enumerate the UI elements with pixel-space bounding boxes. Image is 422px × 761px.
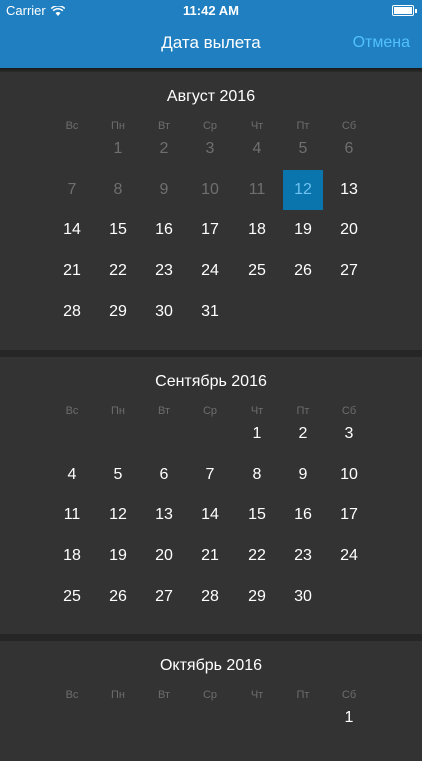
calendar-day: 6 <box>344 140 354 157</box>
calendar-day[interactable]: 18 <box>52 536 92 576</box>
calendar-day: 7 <box>67 180 77 198</box>
month-title: Октябрь 2016 <box>159 657 263 674</box>
calendar-day[interactable]: 24 <box>190 251 230 291</box>
weekday-label: Вт <box>157 405 170 417</box>
calendar-day[interactable]: 22 <box>237 536 277 576</box>
calendar-day[interactable]: 29 <box>98 292 138 332</box>
calendar-day[interactable]: 19 <box>98 536 138 576</box>
calendar-day[interactable]: 20 <box>329 210 369 250</box>
calendar-day[interactable]: 16 <box>283 495 323 535</box>
calendar-day[interactable]: 15 <box>237 495 277 535</box>
calendar-day: 4 <box>252 140 262 157</box>
calendar-day[interactable]: 27 <box>329 251 369 291</box>
calendar-day[interactable]: 11 <box>52 495 92 535</box>
month-section: Октябрь 2016 Вс Пн Вт Ср Чт Пт Сб 1 <box>0 641 422 761</box>
calendar-day[interactable]: 8 <box>237 455 277 495</box>
calendar-day[interactable]: 16 <box>144 210 184 250</box>
calendar-day[interactable]: 5 <box>98 455 138 495</box>
calendar-day: 9 <box>159 180 169 198</box>
calendar-day[interactable]: 15 <box>98 210 138 250</box>
calendar-day[interactable]: 22 <box>98 251 138 291</box>
calendar-day: 8 <box>113 180 123 198</box>
selected-day[interactable]: 12 <box>283 169 323 210</box>
month-section: Август 2016 Вс Пн Вт Ср Чт Пт Сб 1 2 3 4 5 6 7 8 9 10 11 12… <box>0 72 422 350</box>
calendar-day[interactable]: 27 <box>144 577 184 617</box>
calendar-day[interactable]: 18 <box>237 210 277 250</box>
calendar-day[interactable]: 7 <box>190 455 230 495</box>
weekday-label: Ср <box>202 405 218 417</box>
calendar-day[interactable]: 14 <box>190 495 230 535</box>
calendar-day[interactable]: 13 <box>144 495 184 535</box>
calendar-day: 11 <box>248 180 266 198</box>
weekday-label: Ср <box>202 689 218 701</box>
calendar-day[interactable]: 24 <box>329 536 369 576</box>
calendar-day[interactable]: 10 <box>329 455 369 495</box>
cancel-button[interactable]: Отмена <box>353 34 410 52</box>
calendar-day[interactable]: 31 <box>190 292 230 332</box>
status-bar: Carrier 11:42 AM <box>0 0 422 22</box>
calendar-day[interactable]: 17 <box>190 210 230 250</box>
status-time: 11:42 AM <box>183 3 239 18</box>
calendar-day[interactable]: 26 <box>98 577 138 617</box>
calendar-day[interactable]: 29 <box>237 577 277 617</box>
calendar-day[interactable]: 28 <box>190 577 230 617</box>
calendar-day[interactable]: 25 <box>52 577 92 617</box>
battery-icon <box>392 5 417 16</box>
calendar-day[interactable]: 1 <box>237 414 277 454</box>
weekday-label: Вс <box>65 405 79 417</box>
calendar-day[interactable]: 20 <box>144 536 184 576</box>
calendar-day[interactable]: 30 <box>283 577 323 617</box>
weekday-label: Чт <box>250 689 264 701</box>
weekday-label: Вт <box>157 689 170 701</box>
weekday-label: Пн <box>111 689 125 701</box>
calendar-day[interactable]: 21 <box>190 536 230 576</box>
month-title: Сентябрь 2016 <box>155 373 267 390</box>
calendar-day[interactable]: 21 <box>52 251 92 291</box>
weekday-label: Вс <box>65 689 79 701</box>
calendar-day[interactable]: 6 <box>144 455 184 495</box>
calendar-day[interactable]: 13 <box>329 170 369 210</box>
calendar-day[interactable]: 9 <box>283 455 323 495</box>
calendar-day[interactable]: 23 <box>283 536 323 576</box>
calendar-day: 2 <box>159 140 169 157</box>
calendar-day[interactable]: 4 <box>52 455 92 495</box>
calendar-day[interactable]: 23 <box>144 251 184 291</box>
month-separator <box>0 350 422 357</box>
calendar-day[interactable]: 25 <box>237 251 277 291</box>
calendar-day[interactable]: 12 <box>98 495 138 535</box>
calendar-day[interactable]: 28 <box>52 292 92 332</box>
weekday-label: Пн <box>111 405 125 417</box>
calendar-day[interactable]: 14 <box>52 210 92 250</box>
weekday-label: Пт <box>296 689 310 701</box>
month-separator <box>0 634 422 641</box>
calendar-day[interactable]: 2 <box>283 414 323 454</box>
month-section: Сентябрь 2016 Вс Пн Вт Ср Чт Пт Сб 1 2 3 4 5 6 7 8 9 10 11… <box>0 357 422 634</box>
calendar-day[interactable]: 26 <box>283 251 323 291</box>
calendar-day[interactable]: 17 <box>329 495 369 535</box>
calendar-day: 1 <box>113 140 123 157</box>
weekday-label: Вс <box>65 120 79 132</box>
month-title: Август 2016 <box>166 88 256 105</box>
navigation-bar: Дата вылета Отмена <box>0 22 422 68</box>
calendar-day[interactable]: 30 <box>144 292 184 332</box>
calendar-day[interactable]: 1 <box>329 698 369 738</box>
calendar-day: 5 <box>298 140 308 157</box>
calendar-day: 10 <box>201 180 219 198</box>
calendar-day: 3 <box>205 140 215 157</box>
calendar-day[interactable]: 19 <box>283 210 323 250</box>
calendar-day[interactable]: 3 <box>329 414 369 454</box>
